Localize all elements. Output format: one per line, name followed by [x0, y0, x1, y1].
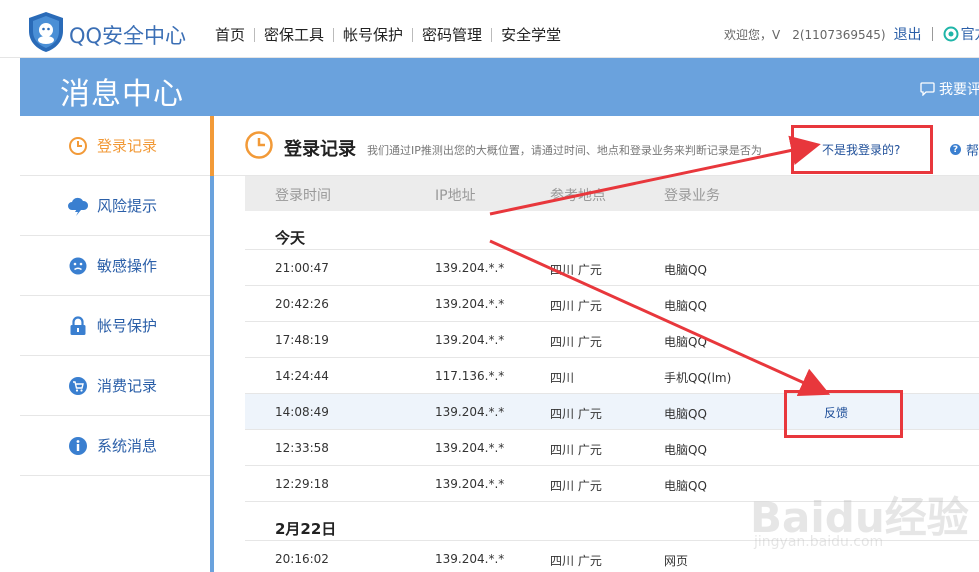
cell-ip: 139.204.*.* [435, 552, 505, 566]
cell-service: 电脑QQ [664, 407, 707, 421]
cell-location: 四川 广元 [550, 263, 602, 277]
date-group-title: 今天 [245, 211, 979, 250]
cell-location: 四川 广元 [550, 335, 602, 349]
sidebar-item-risk-alerts[interactable]: 风险提示 [20, 176, 210, 236]
user-area: 欢迎您，V 2(1107369545) 退出 官方 [724, 24, 979, 44]
official-link[interactable]: 官方 [943, 24, 979, 44]
cloud-lightning-icon [67, 195, 89, 217]
sidebar-item-system-messages[interactable]: 系统消息 [20, 416, 210, 476]
clock-icon [67, 135, 89, 157]
cell-location: 四川 广元 [550, 407, 602, 421]
page-title: 消息中心 [60, 77, 184, 112]
cell-ip: 139.204.*.* [435, 333, 505, 347]
cell-time: 21:00:47 [275, 261, 329, 275]
help-link[interactable]: ? 帮 [950, 140, 979, 159]
cell-service: 手机QQ(lm) [664, 371, 732, 385]
sidebar: 登录记录 风险提示 敏感操作 帐号保护 消费记录 系统消息 [20, 116, 212, 572]
column-header-location: 参考地点 [550, 188, 606, 204]
help-label: 帮 [966, 144, 979, 159]
cell-location: 四川 [550, 371, 575, 385]
watermark-url: jingyan.baidu.com [754, 534, 884, 550]
cell-location: 四川 广元 [550, 554, 602, 568]
sidebar-item-sensitive-ops[interactable]: 敏感操作 [20, 236, 210, 296]
table-row: 20:42:26 139.204.*.* 四川 广元 电脑QQ [245, 286, 979, 322]
page-banner: 消息中心 我要评 [20, 58, 979, 116]
official-label: 官方 [960, 27, 979, 43]
user-divider [931, 27, 933, 41]
cart-icon [67, 375, 89, 397]
lock-icon [67, 315, 89, 337]
info-icon [67, 435, 89, 457]
sidebar-item-label: 风险提示 [97, 197, 158, 215]
cell-service: 网页 [664, 554, 689, 568]
cell-ip: 117.136.*.* [435, 369, 505, 383]
sidebar-item-label: 敏感操作 [97, 257, 158, 275]
rate-label: 我要评 [939, 82, 979, 98]
sidebar-item-label: 消费记录 [97, 377, 158, 395]
table-row: 21:00:47 139.204.*.* 四川 广元 电脑QQ [245, 250, 979, 286]
cell-service: 电脑QQ [664, 263, 707, 277]
cell-ip: 139.204.*.* [435, 261, 505, 275]
column-header-ip: IP地址 [435, 188, 476, 204]
nav-item-security-tools[interactable]: 密保工具 [255, 25, 333, 45]
sidebar-item-purchase-records[interactable]: 消费记录 [20, 356, 210, 416]
annotation-box-not-me [791, 125, 933, 174]
column-header-service: 登录业务 [664, 188, 720, 204]
speech-bubble-icon [920, 82, 935, 96]
nav-item-security-school[interactable]: 安全学堂 [492, 25, 570, 45]
nav-item-home[interactable]: 首页 [206, 25, 254, 45]
sidebar-item-account-protection[interactable]: 帐号保护 [20, 296, 210, 356]
cell-ip: 139.204.*.* [435, 477, 505, 491]
cell-time: 17:48:19 [275, 333, 329, 347]
sidebar-item-label: 系统消息 [97, 437, 158, 455]
section-description: 我们通过IP推测出您的大概位置，请通过时间、地点和登录业务来判断记录是否为 [367, 144, 762, 157]
table-row: 14:24:44 117.136.*.* 四川 手机QQ(lm) [245, 358, 979, 394]
sidebar-item-login-records[interactable]: 登录记录 [20, 116, 210, 176]
cell-service: 电脑QQ [664, 299, 707, 313]
question-icon: ? [950, 144, 961, 155]
annotation-box-feedback [784, 390, 903, 438]
table-row: 17:48:19 139.204.*.* 四川 广元 电脑QQ [245, 322, 979, 358]
cell-time: 20:16:02 [275, 552, 329, 566]
official-icon [943, 26, 959, 42]
clock-icon [244, 130, 274, 164]
cell-time: 14:24:44 [275, 369, 329, 383]
cell-ip: 139.204.*.* [435, 405, 505, 419]
qq-security-shield-logo[interactable] [26, 11, 66, 53]
cell-time: 12:33:58 [275, 441, 329, 455]
main-nav: 首页 密保工具 帐号保护 密码管理 安全学堂 [206, 25, 570, 45]
cell-time: 14:08:49 [275, 405, 329, 419]
face-icon [67, 255, 89, 277]
sidebar-item-label: 帐号保护 [97, 317, 158, 335]
nav-item-password[interactable]: 密码管理 [413, 25, 491, 45]
cell-location: 四川 广元 [550, 443, 602, 457]
rate-link[interactable]: 我要评 [920, 79, 979, 99]
cell-ip: 139.204.*.* [435, 441, 505, 455]
welcome-text: 欢迎您，V 2(1107369545) [724, 27, 886, 42]
column-header-time: 登录时间 [275, 188, 331, 204]
sidebar-item-label: 登录记录 [97, 137, 158, 155]
table-header: 登录时间 IP地址 参考地点 登录业务 [245, 176, 979, 211]
cell-service: 电脑QQ [664, 443, 707, 457]
brand-name[interactable]: QQ安全中心 [69, 20, 186, 50]
baidu-watermark: Baidu经验 jingyan.baidu.com [748, 484, 976, 570]
cell-time: 20:42:26 [275, 297, 329, 311]
section-title: 登录记录 [284, 139, 356, 160]
cell-location: 四川 广元 [550, 299, 602, 313]
cell-service: 电脑QQ [664, 335, 707, 349]
logout-link[interactable]: 退出 [894, 24, 922, 44]
cell-location: 四川 广元 [550, 479, 602, 493]
cell-ip: 139.204.*.* [435, 297, 505, 311]
top-header: QQ安全中心 首页 密保工具 帐号保护 密码管理 安全学堂 欢迎您，V 2(11… [0, 0, 979, 58]
nav-item-account-protection[interactable]: 帐号保护 [334, 25, 412, 45]
cell-service: 电脑QQ [664, 479, 707, 493]
cell-time: 12:29:18 [275, 477, 329, 491]
